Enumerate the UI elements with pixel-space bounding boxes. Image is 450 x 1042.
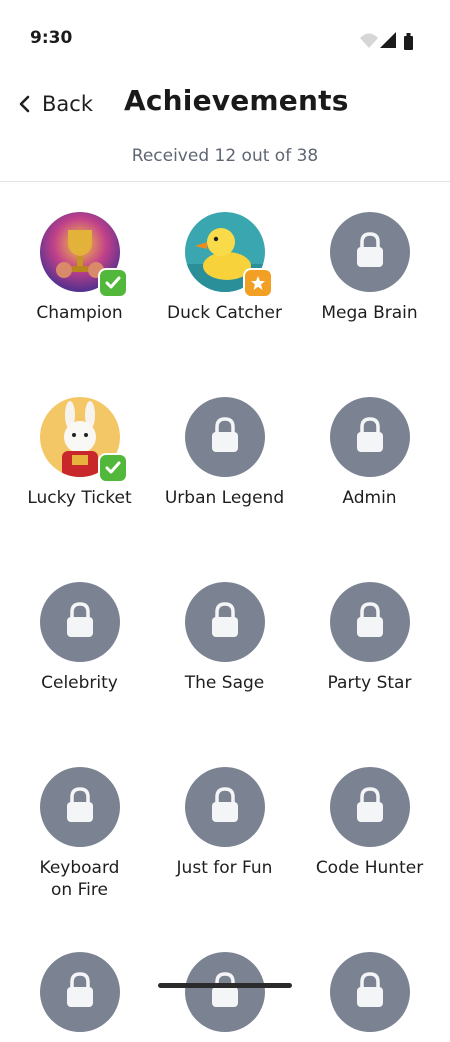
- achievement-badge: [184, 212, 273, 298]
- achievement-item[interactable]: Keyboard on Fire: [7, 767, 152, 901]
- wifi-icon: [360, 33, 378, 48]
- locked-badge: [184, 952, 265, 1032]
- lock-icon: [356, 232, 383, 267]
- header-divider: [0, 181, 450, 182]
- achievement-label: Keyboard on Fire: [39, 858, 120, 900]
- achievement-item[interactable]: Celebrity: [7, 582, 152, 694]
- status-time: 9:30: [30, 28, 73, 48]
- achievement-item[interactable]: Lucky Ticket: [7, 397, 152, 509]
- check-icon: [97, 268, 128, 298]
- achievement-item[interactable]: Champion: [7, 212, 152, 324]
- locked-badge: [329, 767, 410, 847]
- lock-icon: [66, 787, 93, 822]
- achievement-label: Champion: [36, 303, 123, 323]
- lock-icon: [66, 602, 93, 637]
- status-icons: [358, 30, 418, 52]
- achievement-label: The Sage: [184, 673, 265, 693]
- locked-badge: [329, 212, 410, 292]
- achievement-item[interactable]: Mega Brain: [297, 212, 442, 324]
- back-label: Back: [42, 92, 93, 116]
- achievement-label: Just for Fun: [176, 858, 273, 878]
- locked-badge: [329, 952, 410, 1032]
- lock-icon: [356, 602, 383, 637]
- locked-badge: [184, 767, 265, 847]
- signal-icon: [380, 32, 396, 48]
- lock-icon: [211, 602, 238, 637]
- locked-badge: [329, 582, 410, 662]
- locked-badge: [329, 397, 410, 477]
- locked-badge: [184, 397, 265, 477]
- lock-icon: [211, 787, 238, 822]
- locked-badge: [184, 582, 265, 662]
- achievement-item[interactable]: [7, 952, 152, 1042]
- lock-icon: [356, 972, 383, 1007]
- achievement-label: Code Hunter: [315, 858, 424, 878]
- achievement-item[interactable]: Admin: [297, 397, 442, 509]
- battery-icon: [404, 33, 413, 50]
- locked-badge: [39, 582, 120, 662]
- achievement-label: Party Star: [327, 673, 412, 693]
- page-title: Achievements: [124, 84, 349, 117]
- achievement-badge: [39, 397, 128, 483]
- achievement-item[interactable]: Urban Legend: [152, 397, 297, 509]
- achievement-label: Admin: [342, 488, 397, 508]
- achievement-label: Urban Legend: [164, 488, 285, 508]
- achievement-label: Lucky Ticket: [27, 488, 132, 508]
- achievements-summary: Received 12 out of 38: [131, 146, 319, 166]
- check-icon: [97, 453, 128, 483]
- achievement-item[interactable]: Duck Catcher: [152, 212, 297, 324]
- achievement-label: Duck Catcher: [167, 303, 282, 323]
- lock-icon: [356, 787, 383, 822]
- chevron-left-icon: [19, 95, 30, 113]
- achievement-item[interactable]: [297, 952, 442, 1042]
- star-icon: [242, 268, 273, 298]
- achievement-item[interactable]: [152, 952, 297, 1042]
- status-bar: 9:30: [0, 0, 450, 80]
- locked-badge: [39, 952, 120, 1032]
- achievement-item[interactable]: Code Hunter: [297, 767, 442, 879]
- lock-icon: [211, 417, 238, 452]
- achievement-label: Mega Brain: [321, 303, 418, 323]
- lock-icon: [66, 972, 93, 1007]
- lock-icon: [356, 417, 383, 452]
- achievement-item[interactable]: Party Star: [297, 582, 442, 694]
- home-indicator[interactable]: [158, 983, 292, 988]
- achievement-badge: [39, 212, 128, 298]
- locked-badge: [39, 767, 120, 847]
- achievement-label: Celebrity: [41, 673, 118, 693]
- header: Back Achievements: [0, 80, 450, 140]
- lock-icon: [211, 972, 238, 1007]
- back-button[interactable]: Back: [18, 88, 93, 120]
- achievement-item[interactable]: Just for Fun: [152, 767, 297, 879]
- achievement-item[interactable]: The Sage: [152, 582, 297, 694]
